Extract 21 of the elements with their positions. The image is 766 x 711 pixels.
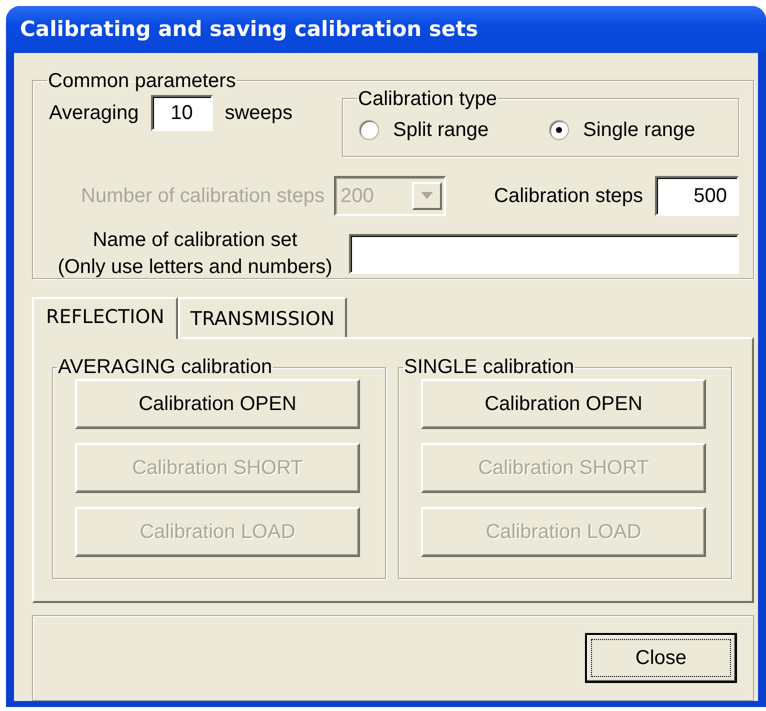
- radio-option[interactable]: Single range: [549, 114, 696, 144]
- group-legend: AVERAGING calibration: [57, 357, 274, 377]
- averaging-label: Averaging: [49, 100, 139, 126]
- sweeps-label: sweeps: [224, 100, 293, 126]
- steps-count-label: Number of calibration steps: [81, 184, 324, 208]
- close-button[interactable]: Close: [585, 633, 737, 683]
- window-title: Calibrating and saving calibration sets: [20, 16, 478, 42]
- group-legend: Calibration type: [357, 88, 498, 108]
- calibration-button[interactable]: Calibration OPEN: [421, 379, 706, 429]
- tab[interactable]: TRANSMISSION: [178, 296, 347, 337]
- calibration-steps-label: Calibration steps: [494, 184, 643, 208]
- calibration-steps-field[interactable]: 500: [655, 176, 739, 216]
- radio-option[interactable]: Split range: [359, 114, 549, 144]
- group-legend: SINGLE calibration: [403, 357, 576, 377]
- group-legend: Common parameters: [47, 70, 237, 90]
- calibration-button[interactable]: Calibration OPEN: [75, 379, 360, 429]
- dropdown-value: 200: [340, 184, 374, 208]
- name-label: (Only use letters and numbers): [58, 254, 332, 280]
- name-label: Name of calibration set: [92, 228, 298, 252]
- tab[interactable]: REFLECTION: [32, 296, 178, 339]
- averaging-field[interactable]: 10: [150, 94, 213, 130]
